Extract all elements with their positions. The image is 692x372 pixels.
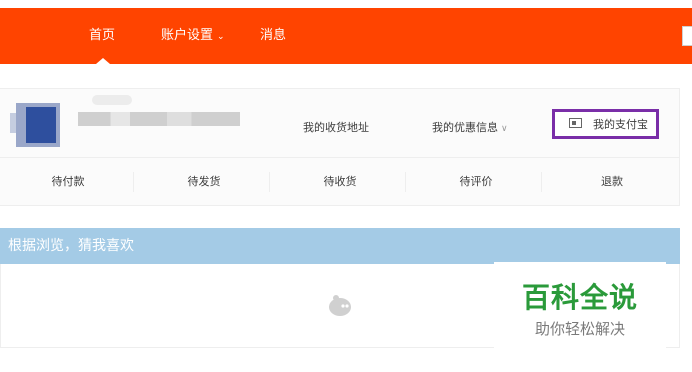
order-status-row: 待付款 待发货 待收货 待评价 退款 [0, 157, 680, 205]
my-coupon-link[interactable]: 我的优惠信息 ∨ [432, 119, 508, 135]
order-pending-receipt[interactable]: 待收货 [272, 158, 408, 206]
search-input[interactable] [682, 26, 692, 46]
active-tab-indicator [96, 58, 110, 64]
nav-account-settings[interactable]: 账户设置 ⌄ [161, 8, 225, 64]
blurred-username [78, 112, 240, 126]
nav-messages[interactable]: 消息 [260, 8, 286, 64]
watermark: 百科全说 助你轻松解决 [494, 262, 666, 348]
watermark-title: 百科全说 [521, 281, 638, 314]
my-address-link[interactable]: 我的收货地址 [303, 119, 369, 135]
divider [269, 172, 270, 192]
recommendation-header: 根据浏览，猜我喜欢 [0, 228, 680, 264]
order-refund[interactable]: 退款 [544, 158, 680, 206]
order-pending-review[interactable]: 待评价 [408, 158, 544, 206]
nav-account-label: 账户设置 [161, 28, 214, 43]
watermark-subtitle: 助你轻松解决 [534, 320, 625, 338]
divider [405, 172, 406, 192]
chevron-down-icon: ∨ [501, 124, 508, 134]
nav-home[interactable]: 首页 [89, 8, 115, 64]
top-navigation-bar: 首页 账户设置 ⌄ 消息 [0, 8, 692, 64]
mascot-icon [329, 295, 351, 316]
avatar[interactable] [10, 95, 66, 155]
recommendation-title: 根据浏览，猜我喜欢 [8, 238, 134, 254]
order-pending-payment[interactable]: 待付款 [0, 158, 136, 206]
divider [541, 172, 542, 192]
my-alipay-label: 我的支付宝 [593, 118, 648, 131]
my-alipay-button[interactable]: 我的支付宝 [552, 109, 659, 139]
blurred-username-top [92, 95, 132, 105]
order-pending-shipment[interactable]: 待发货 [136, 158, 272, 206]
divider [133, 172, 134, 192]
my-coupon-label: 我的优惠信息 [432, 121, 498, 134]
card-icon [569, 118, 582, 128]
chevron-down-icon: ⌄ [217, 32, 225, 42]
